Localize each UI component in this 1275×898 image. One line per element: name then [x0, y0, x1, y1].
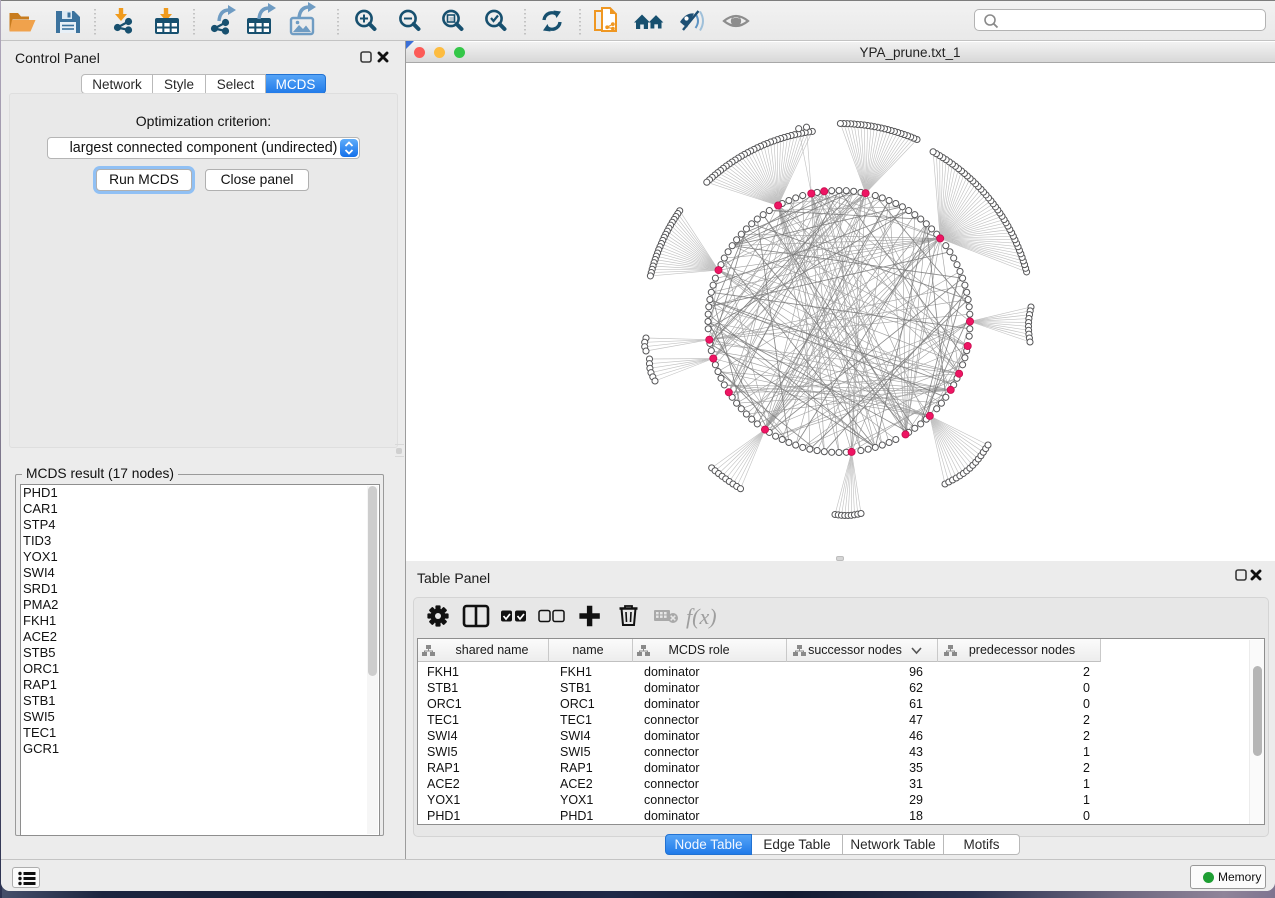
svg-text:f(x): f(x)	[686, 604, 717, 629]
